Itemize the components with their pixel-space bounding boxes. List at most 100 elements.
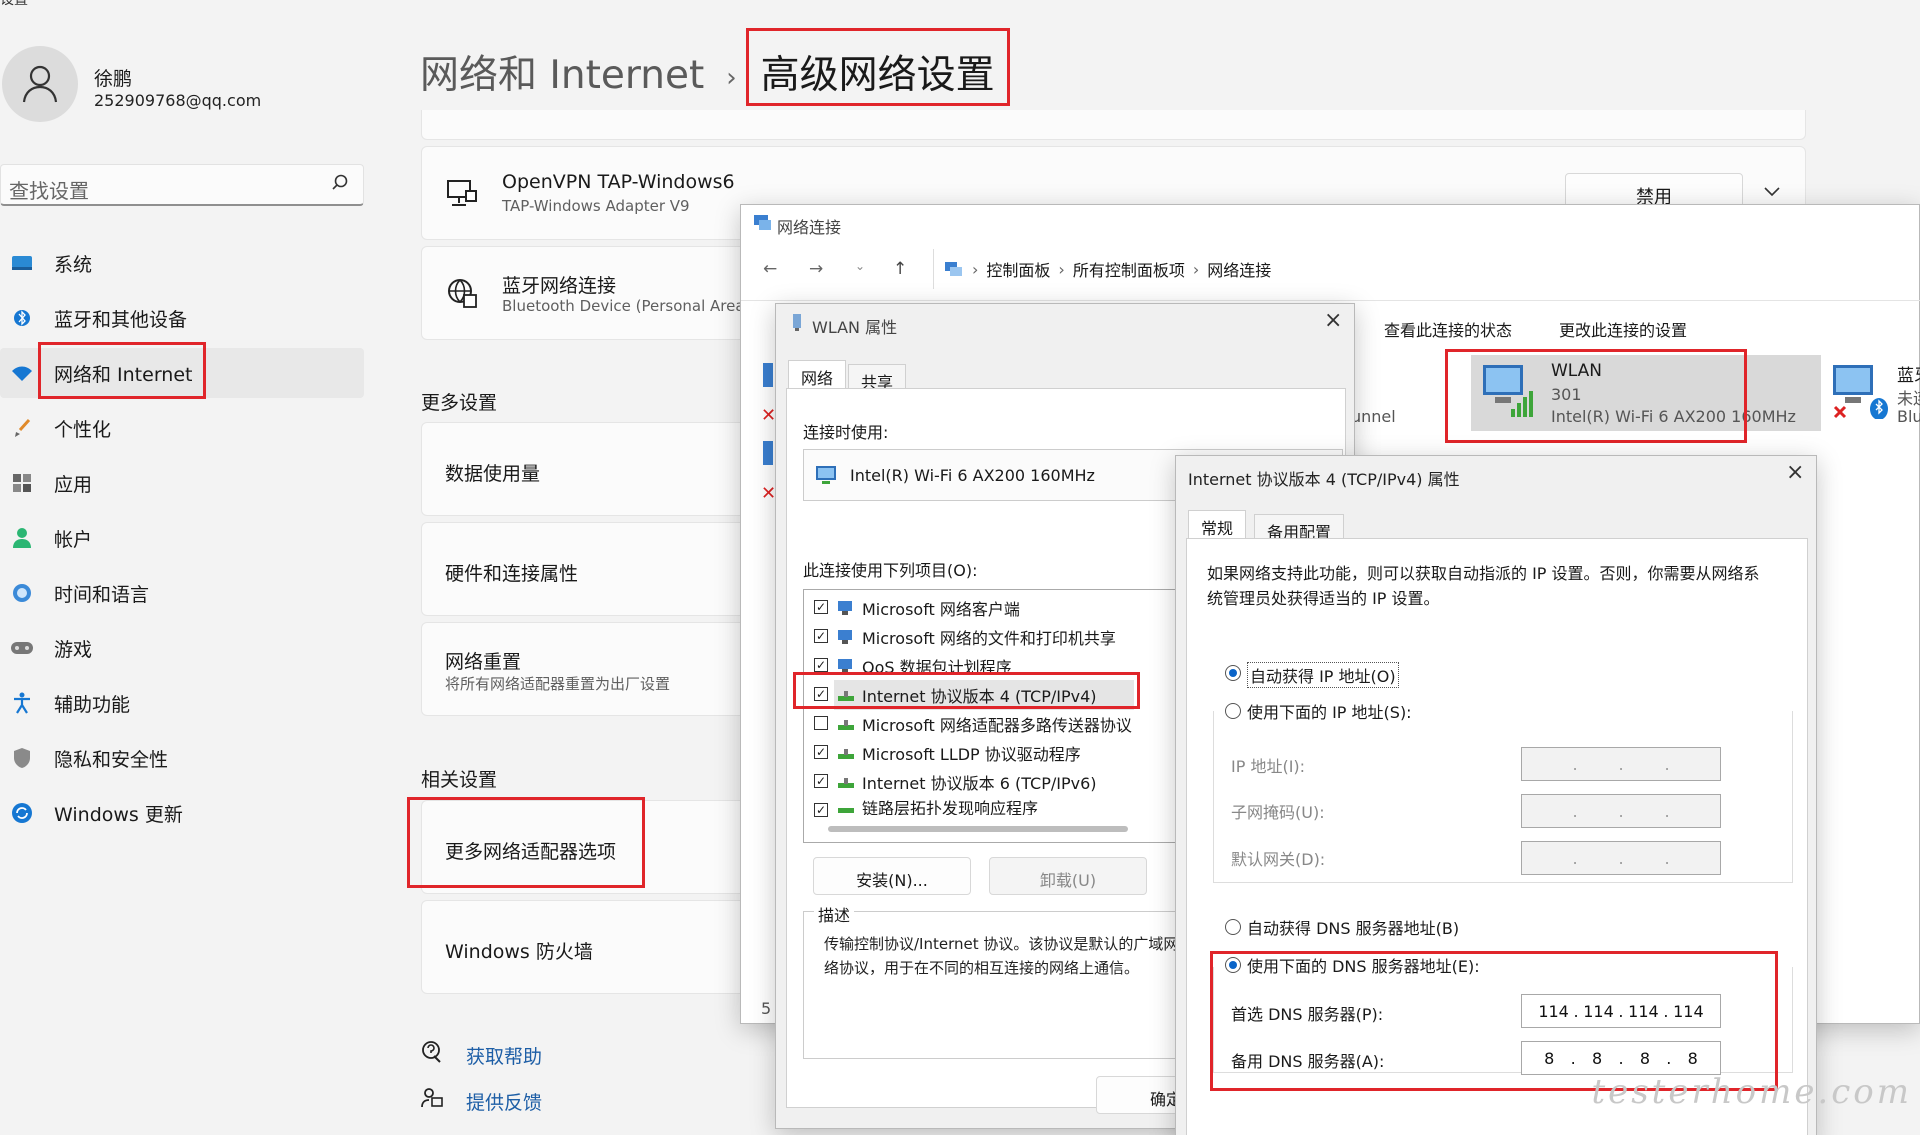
- bluetooth-adapter-tile[interactable]: 蓝牙 未连 Blu: [1823, 355, 1920, 431]
- sidebar-item-label: 蓝牙和其他设备: [54, 308, 188, 331]
- account-icon: [10, 526, 34, 550]
- item-checkbox[interactable]: ✓: [814, 803, 828, 817]
- item-checkbox[interactable]: ✓: [814, 774, 828, 788]
- address-bar: ← → ⌄ ↑ › 控制面板 › 所有控制面板项 › 网络连接: [741, 243, 1920, 301]
- view-status-command[interactable]: 查看此连接的状态: [1384, 317, 1512, 341]
- item-checkbox[interactable]: ✓: [814, 658, 828, 672]
- item-label: Microsoft 网络的文件和打印机共享: [862, 629, 1116, 648]
- person-icon: [22, 65, 58, 103]
- list-item[interactable]: QoS 数据包计划程序: [836, 654, 1012, 678]
- bluetooth-adapter-icon: [1833, 365, 1888, 419]
- related-settings-heading: 相关设置: [421, 769, 498, 791]
- path-segment[interactable]: 网络连接: [1207, 257, 1271, 281]
- bt-device: Blu: [1897, 407, 1920, 426]
- dns-octet: 8: [1687, 1048, 1698, 1068]
- intro-text: 如果网络支持此功能，则可以获取自动指派的 IP 设置。否则，你需要从网络系统管理…: [1207, 564, 1760, 608]
- preferred-dns-input[interactable]: 114. 114. 114. 114: [1521, 994, 1721, 1028]
- status-count: 5: [761, 999, 772, 1018]
- sidebar-item-time-language[interactable]: 时间和语言: [0, 568, 364, 618]
- list-item[interactable]: Microsoft 网络适配器多路传送器协议: [836, 712, 1132, 736]
- default-gateway-label: 默认网关(D):: [1231, 850, 1326, 869]
- monitor-icon: [10, 251, 34, 275]
- list-item[interactable]: Microsoft 网络客户端: [836, 596, 1020, 620]
- list-item[interactable]: Microsoft LLDP 协议驱动程序: [836, 741, 1081, 765]
- sidebar-item-system[interactable]: 系统: [0, 238, 364, 288]
- feedback-link[interactable]: 提供反馈: [466, 1088, 542, 1115]
- back-arrow-icon[interactable]: ←: [763, 259, 777, 279]
- history-chevron-icon[interactable]: ⌄: [855, 259, 865, 273]
- breadcrumb-path[interactable]: › 控制面板 › 所有控制面板项 › 网络连接: [933, 249, 1920, 289]
- card-title: 数据使用量: [445, 463, 541, 485]
- sidebar-item-label: 游戏: [54, 638, 93, 661]
- sidebar-item-apps[interactable]: 应用: [0, 458, 364, 508]
- tab-network[interactable]: 网络: [788, 360, 847, 388]
- sidebar-item-label: 系统: [54, 253, 93, 276]
- up-arrow-icon[interactable]: ↑: [893, 259, 907, 279]
- brush-icon: [10, 416, 34, 440]
- item-label: QoS 数据包计划程序: [862, 658, 1012, 677]
- auto-dns-label[interactable]: 自动获得 DNS 服务器地址(B): [1247, 915, 1459, 939]
- list-item[interactable]: 链路层拓扑发现响应程序: [836, 799, 1038, 815]
- change-settings-command[interactable]: 更改此连接的设置: [1559, 317, 1687, 341]
- path-segment[interactable]: 所有控制面板项: [1073, 257, 1185, 281]
- wlan-device: Intel(R) Wi-Fi 6 AX200 160MHz: [1551, 407, 1796, 426]
- watermark: testerhome.com: [1591, 1072, 1912, 1112]
- sidebar-item-privacy[interactable]: 隐私和安全性: [0, 733, 364, 783]
- horizontal-scrollbar[interactable]: [828, 826, 1128, 832]
- wlan-adapter-tile[interactable]: WLAN 301 Intel(R) Wi-Fi 6 AX200 160MHz: [1471, 355, 1821, 431]
- help-icon: [422, 1041, 441, 1063]
- file-printer-share-icon: [838, 630, 852, 644]
- dns-octet: 8: [1591, 1048, 1603, 1068]
- search-icon: [332, 174, 348, 190]
- wlan-ssid: 301: [1551, 385, 1582, 404]
- sidebar-item-personalization[interactable]: 个性化: [0, 403, 364, 453]
- sidebar-item-windows-update[interactable]: Windows 更新: [0, 788, 364, 838]
- install-button[interactable]: 安装(N)...: [813, 857, 971, 895]
- search-input[interactable]: 查找设置: [0, 164, 364, 206]
- list-item[interactable]: Internet 协议版本 6 (TCP/IPv6): [836, 770, 1097, 794]
- tab-general[interactable]: 常规: [1188, 510, 1247, 538]
- path-segment[interactable]: 控制面板: [986, 257, 1050, 281]
- preferred-dns-label: 首选 DNS 服务器(P):: [1231, 1005, 1384, 1024]
- sidebar-item-network[interactable]: 网络和 Internet: [0, 348, 364, 398]
- gamepad-icon: [10, 636, 34, 660]
- sidebar-item-bluetooth[interactable]: 蓝牙和其他设备: [0, 293, 364, 343]
- dns-octet: 114: [1538, 1001, 1569, 1021]
- item-checkbox[interactable]: ✓: [814, 687, 828, 701]
- auto-ip-radio[interactable]: [1225, 665, 1241, 681]
- close-icon[interactable]: ×: [1324, 308, 1342, 333]
- protocol-icon: [838, 778, 854, 788]
- sidebar-item-accessibility[interactable]: 辅助功能: [0, 678, 364, 728]
- avatar[interactable]: [2, 46, 78, 122]
- sidebar-item-accounts[interactable]: 帐户: [0, 513, 364, 563]
- item-checkbox[interactable]: ✓: [814, 745, 828, 759]
- adapter-icon-partial: [763, 441, 773, 465]
- adapter-title: OpenVPN TAP-Windows6: [502, 171, 735, 193]
- card-title: Windows 防火墙: [445, 941, 593, 963]
- uninstall-button[interactable]: 卸载(U): [989, 857, 1147, 895]
- breadcrumb-parent[interactable]: 网络和 Internet: [420, 53, 704, 98]
- sidebar-item-gaming[interactable]: 游戏: [0, 623, 364, 673]
- dns-octet: 114: [1583, 1001, 1614, 1021]
- list-item[interactable]: Microsoft 网络的文件和打印机共享: [836, 625, 1116, 649]
- adapter-name: Intel(R) Wi-Fi 6 AX200 160MHz: [850, 465, 1095, 485]
- user-name: 徐鹏: [94, 68, 133, 90]
- dialog-title: WLAN 属性: [812, 318, 898, 337]
- tab-panel: 如果网络支持此功能，则可以获取自动指派的 IP 设置。否则，你需要从网络系统管理…: [1186, 538, 1808, 1135]
- ip-address-label: IP 地址(I):: [1231, 757, 1306, 776]
- close-icon[interactable]: ×: [1786, 460, 1804, 485]
- forward-arrow-icon[interactable]: →: [809, 259, 823, 279]
- dialog-title: Internet 协议版本 4 (TCP/IPv4) 属性: [1188, 470, 1460, 489]
- wifi-adapter-icon: [1483, 365, 1533, 417]
- item-checkbox[interactable]: ✓: [814, 600, 828, 614]
- list-item-selected[interactable]: Internet 协议版本 4 (TCP/IPv4): [836, 683, 1097, 707]
- item-checkbox[interactable]: ✓: [814, 629, 828, 643]
- auto-dns-radio[interactable]: [1225, 919, 1241, 935]
- item-checkbox[interactable]: [814, 716, 828, 730]
- chevron-down-icon[interactable]: [1764, 187, 1780, 197]
- adapter-icon: [816, 466, 836, 484]
- get-help-link[interactable]: 获取帮助: [466, 1042, 542, 1069]
- dns-octet: 114: [1628, 1001, 1659, 1021]
- alternate-dns-input[interactable]: 8.8.8.8: [1521, 1041, 1721, 1075]
- auto-ip-label[interactable]: 自动获得 IP 地址(O): [1247, 662, 1399, 688]
